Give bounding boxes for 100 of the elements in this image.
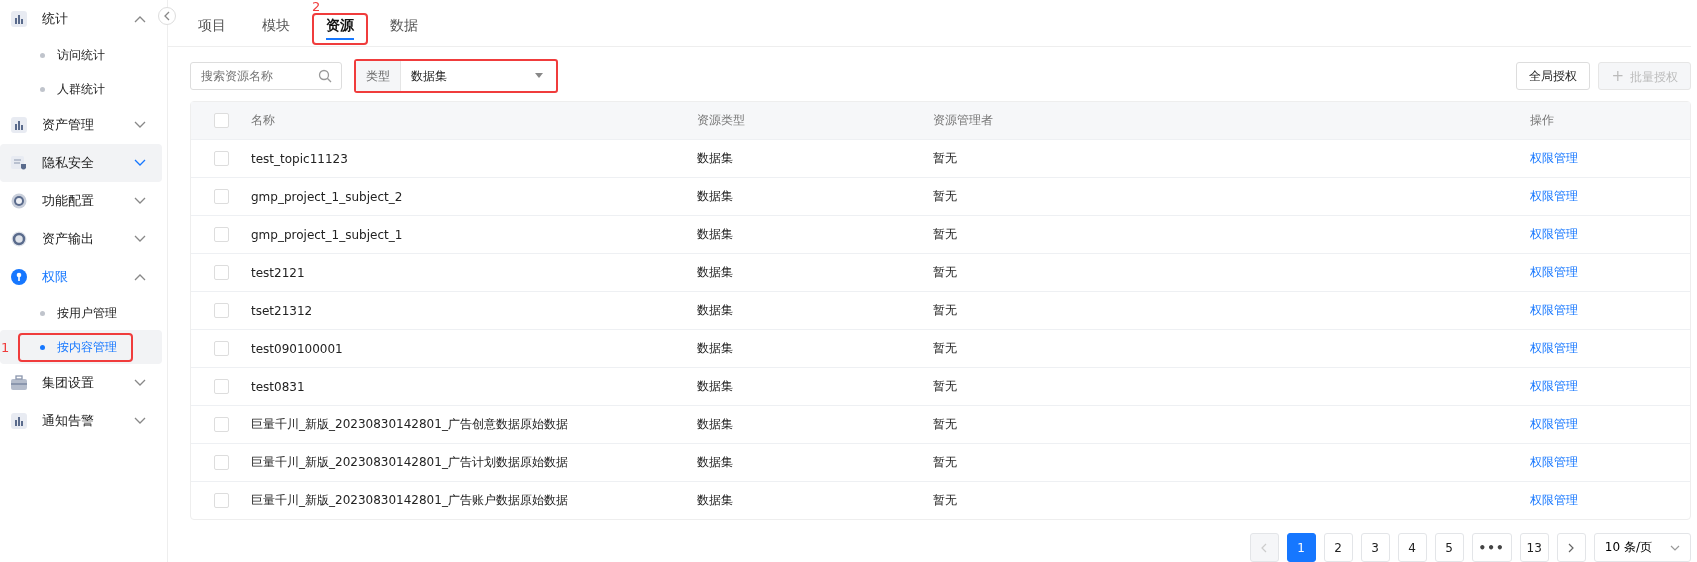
checkbox[interactable] (213, 151, 229, 166)
next-page-button[interactable] (1556, 533, 1586, 562)
permission-link[interactable]: 权限管理 (1530, 303, 1578, 317)
more-pages-button[interactable]: ••• (1471, 533, 1512, 562)
type-select[interactable]: 类型 数据集 (354, 59, 558, 94)
permission-link[interactable]: 权限管理 (1530, 151, 1578, 165)
table-cell-text: 暂无 (933, 378, 958, 395)
search-icon (318, 69, 332, 84)
chevron-down-icon (1670, 544, 1680, 551)
submenu-item[interactable]: 人群统计 (18, 74, 121, 104)
page-button[interactable]: 1 (1286, 533, 1316, 562)
table-cell-text: 数据集 (697, 302, 734, 319)
chevron-down-icon (134, 159, 146, 167)
checkbox[interactable] (213, 379, 229, 394)
table-cell-text: test090100001 (251, 341, 344, 356)
tab[interactable]: 项目 (184, 13, 240, 46)
page-button[interactable]: 2 (1323, 533, 1353, 562)
chevron-up-icon (134, 273, 146, 281)
table-cell-text: tset21312 (251, 303, 314, 318)
chevron-down-icon (134, 235, 146, 243)
table-cell-text: 暂无 (933, 264, 958, 281)
chevron-up-icon (134, 15, 146, 23)
table-cell-text: test_topic11123 (251, 151, 349, 166)
chevron-down-icon (134, 121, 146, 129)
tab[interactable]: 模块 (248, 13, 304, 46)
table-cell-text: 数据集 (697, 226, 734, 243)
column-header: 名称 (251, 112, 276, 129)
bar-chart-icon (10, 116, 28, 134)
chevron-left-icon (1261, 542, 1268, 553)
gear-icon (10, 192, 28, 210)
callout-number: 1 (1, 339, 10, 355)
list-shield-icon (10, 154, 28, 172)
column-header: 资源类型 (697, 112, 746, 129)
callout-number: 2 (312, 0, 321, 14)
tab[interactable]: 资源 (312, 13, 368, 46)
caret-icon (534, 73, 544, 80)
tab[interactable]: 数据 (376, 13, 432, 46)
menu-item[interactable]: 通知告警 (0, 402, 162, 440)
submenu-item[interactable]: 按用户管理 (18, 298, 133, 328)
checkbox[interactable] (213, 341, 229, 356)
column-header: 资源管理者 (933, 112, 994, 129)
chevron-left-icon (163, 11, 171, 21)
table-cell-text: test2121 (251, 265, 306, 280)
collapse-button[interactable] (158, 7, 176, 25)
table-cell-text: 数据集 (697, 188, 734, 205)
permission-link[interactable]: 权限管理 (1530, 455, 1578, 469)
menu-item[interactable]: 集团设置 (0, 364, 162, 402)
table-cell-text: 暂无 (933, 492, 958, 509)
chevron-down-icon (134, 197, 146, 205)
table-cell-text: 暂无 (933, 340, 958, 357)
checkbox[interactable] (213, 227, 229, 242)
page-button[interactable]: 5 (1434, 533, 1464, 562)
menu-item[interactable]: 权限 (0, 258, 162, 296)
checkbox[interactable] (213, 493, 229, 508)
chevron-down-icon (134, 379, 146, 387)
checkbox[interactable] (213, 113, 229, 128)
submenu-item[interactable]: 按内容管理 (18, 332, 133, 362)
page-button[interactable]: 4 (1397, 533, 1427, 562)
table-cell-text: 数据集 (697, 340, 734, 357)
table-cell-text: 暂无 (933, 188, 958, 205)
checkbox[interactable] (213, 417, 229, 432)
table-cell-text: 暂无 (933, 302, 958, 319)
ring-icon (10, 230, 28, 248)
permission-link[interactable]: 权限管理 (1530, 379, 1578, 393)
checkbox[interactable] (213, 265, 229, 280)
table-cell-text: 巨量千川_新版_20230830142801_广告创意数据原始数据 (251, 416, 569, 433)
menu-item[interactable]: 资产输出 (0, 220, 162, 258)
menu-item[interactable]: 隐私安全 (0, 144, 162, 182)
key-icon (10, 268, 28, 286)
checkbox[interactable] (213, 455, 229, 470)
table-cell-text: 数据集 (697, 492, 734, 509)
table-cell-text: 数据集 (697, 378, 734, 395)
menu-item[interactable]: 资产管理 (0, 106, 162, 144)
menu-item[interactable]: 功能配置 (0, 182, 162, 220)
table-cell-text: 数据集 (697, 150, 734, 167)
briefcase-icon (10, 374, 28, 392)
bar-chart-icon (10, 10, 28, 28)
page-size-select[interactable]: 10 条/页 (1593, 533, 1691, 562)
checkbox[interactable] (213, 303, 229, 318)
page-button[interactable]: 13 (1519, 533, 1549, 562)
permission-link[interactable]: 权限管理 (1530, 265, 1578, 279)
table-cell-text: 暂无 (933, 150, 958, 167)
permission-link[interactable]: 权限管理 (1530, 189, 1578, 203)
permission-link[interactable]: 权限管理 (1530, 227, 1578, 241)
page-button[interactable]: 3 (1360, 533, 1390, 562)
permission-link[interactable]: 权限管理 (1530, 493, 1578, 507)
checkbox[interactable] (213, 189, 229, 204)
table-cell-text: 暂无 (933, 226, 958, 243)
permission-link[interactable]: 权限管理 (1530, 341, 1578, 355)
action-button[interactable]: 全局授权 (1516, 62, 1591, 91)
table-cell-text: 数据集 (697, 264, 734, 281)
table-cell-text: gmp_project_1_subject_1 (251, 227, 404, 242)
permission-link[interactable]: 权限管理 (1530, 417, 1578, 431)
menu-item[interactable]: 统计 (0, 0, 162, 38)
submenu-item[interactable]: 访问统计 (18, 40, 121, 70)
table-cell-text: 数据集 (697, 416, 734, 433)
table-cell-text: test0831 (251, 379, 306, 394)
table-cell-text: 暂无 (933, 416, 958, 433)
search-field[interactable]: 搜索资源名称 (190, 62, 342, 91)
column-header: 操作 (1530, 112, 1555, 129)
